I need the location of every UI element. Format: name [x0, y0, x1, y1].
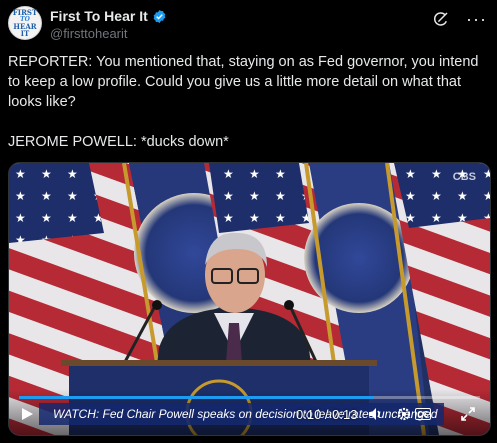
avatar-text-4: IT	[20, 29, 30, 38]
captions-icon[interactable]: CC	[415, 408, 431, 420]
verified-badge-icon	[153, 9, 166, 23]
post-text: REPORTER: You mentioned that, staying on…	[8, 52, 488, 152]
display-name[interactable]: First To Hear It	[50, 8, 148, 24]
progress-bar[interactable]	[19, 396, 480, 399]
post-header: FIRST TO HEAR IT First To Hear It @first…	[8, 6, 489, 46]
header-actions: ···	[432, 10, 487, 28]
video-player[interactable]: ★	[8, 162, 491, 436]
play-icon[interactable]	[19, 406, 35, 422]
channel-logo: CBS	[452, 171, 476, 183]
post-text-line-2: JEROME POWELL: *ducks down*	[8, 134, 229, 150]
avatar-text-1: FIRST	[12, 8, 38, 17]
video-controls: WATCH: Fed Chair Powell speaks on decisi…	[9, 389, 490, 435]
more-options-icon[interactable]: ···	[466, 10, 487, 28]
handle[interactable]: @firsttohearit	[50, 26, 128, 41]
name-row: First To Hear It	[50, 8, 167, 24]
post-text-line-1: REPORTER: You mentioned that, staying on…	[8, 54, 479, 110]
grok-icon[interactable]	[432, 10, 450, 28]
chyron: WATCH: Fed Chair Powell speaks on decisi…	[39, 403, 444, 425]
avatar[interactable]: FIRST TO HEAR IT	[8, 6, 42, 40]
timecode: 0:10 / 0:13	[296, 407, 358, 422]
settings-icon[interactable]	[396, 406, 412, 422]
volume-icon[interactable]	[367, 406, 383, 422]
expand-icon[interactable]	[460, 406, 476, 422]
progress-fill	[19, 396, 374, 399]
